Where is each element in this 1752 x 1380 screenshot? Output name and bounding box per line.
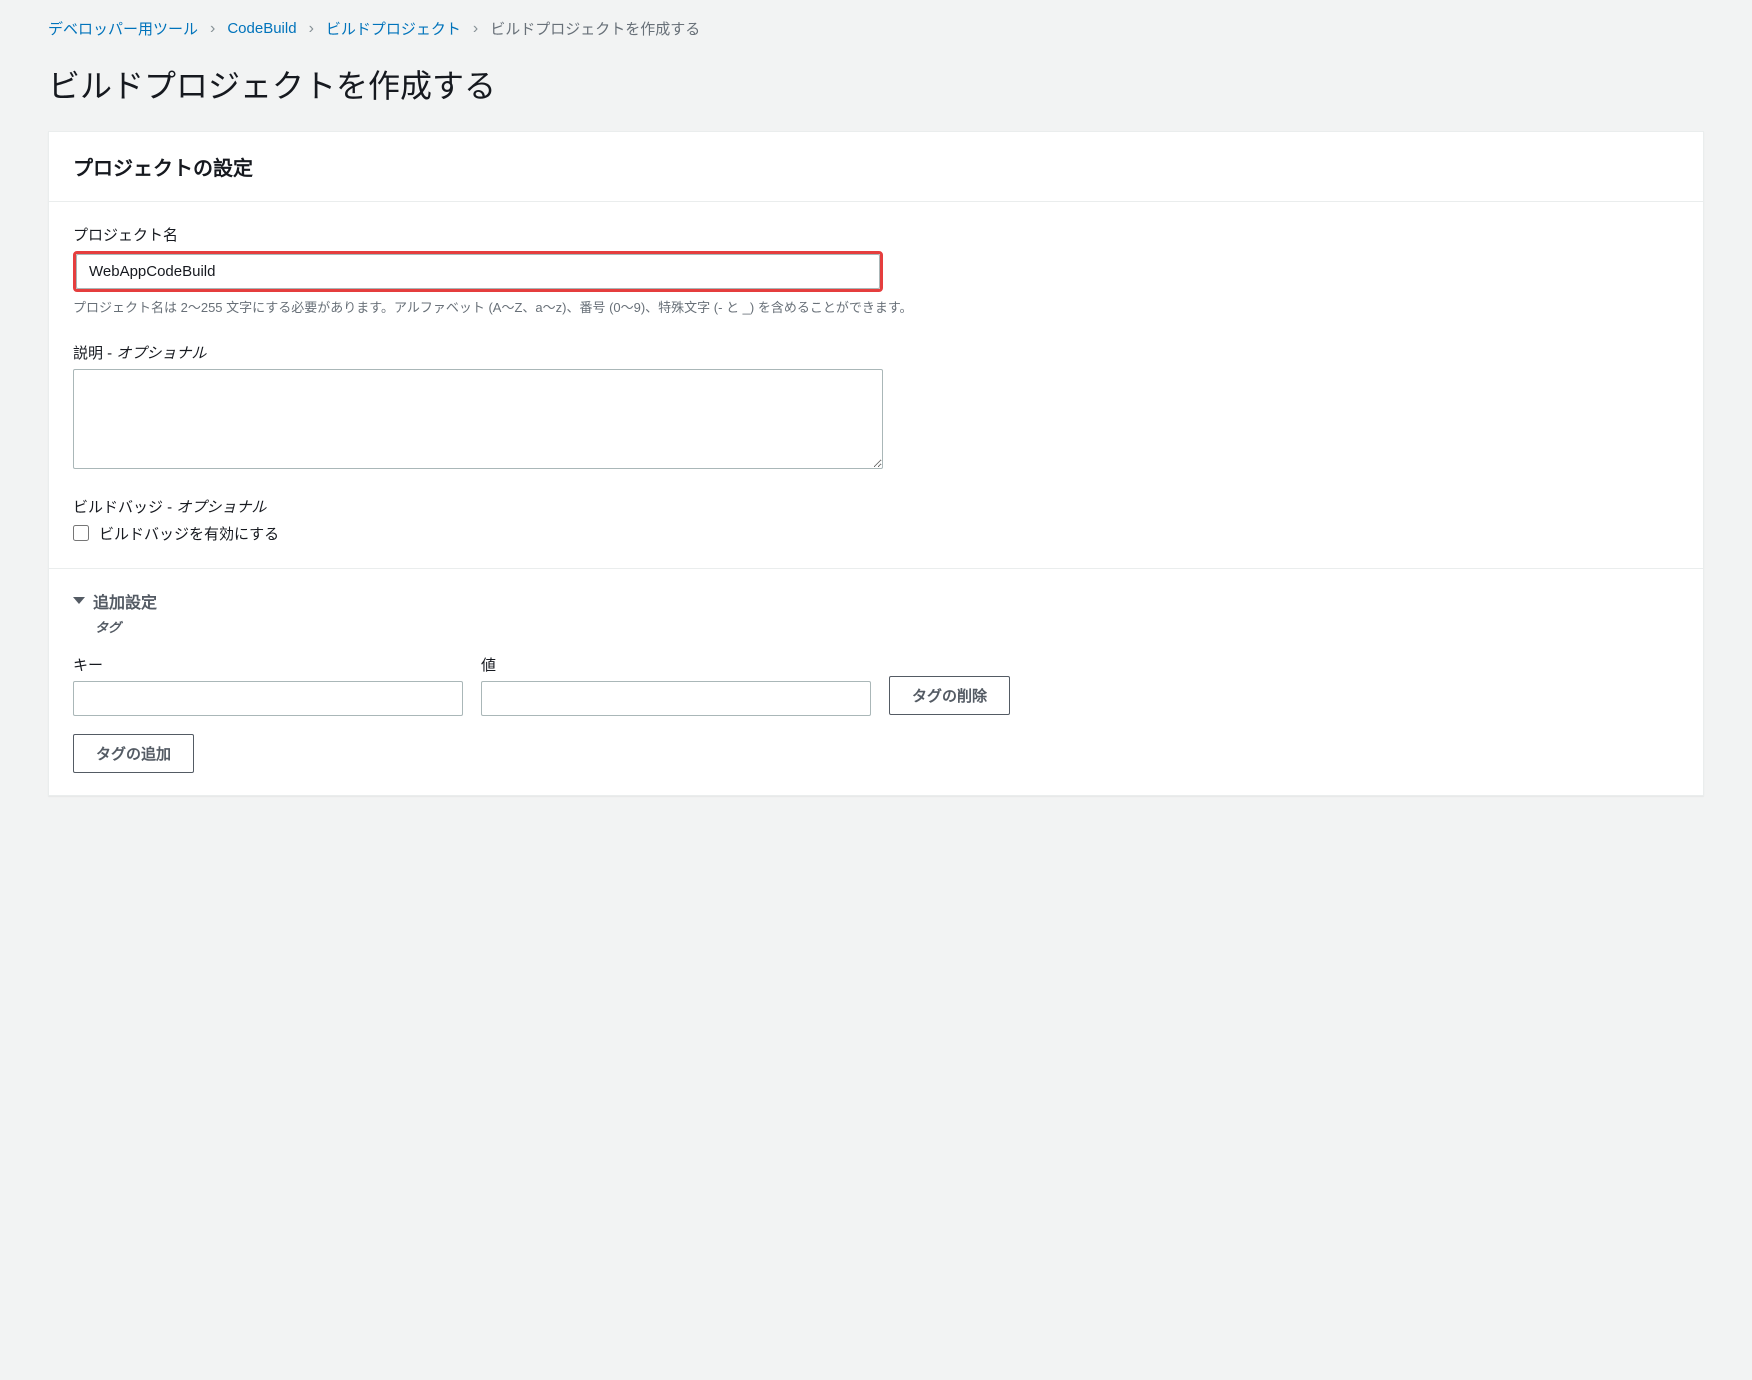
panel-title: プロジェクトの設定	[73, 152, 1679, 181]
breadcrumb-build-projects[interactable]: ビルドプロジェクト	[326, 18, 461, 39]
add-tag-button[interactable]: タグの追加	[73, 734, 194, 773]
build-badge-checkbox-label[interactable]: ビルドバッジを有効にする	[99, 523, 279, 544]
tag-value-col: 値	[481, 654, 871, 716]
build-badge-label-text: ビルドバッジ -	[73, 499, 176, 516]
panel-body: プロジェクト名 プロジェクト名は 2〜255 文字にする必要があります。アルファ…	[49, 202, 1703, 795]
page-title: ビルドプロジェクトを作成する	[0, 39, 1752, 131]
caret-down-icon	[73, 597, 85, 604]
panel-header: プロジェクトの設定	[49, 132, 1703, 202]
additional-settings-subtitle: タグ	[95, 617, 1679, 636]
additional-settings-title: 追加設定	[93, 589, 157, 613]
tag-delete-col: タグの削除	[889, 676, 1010, 716]
tag-value-label: 値	[481, 654, 871, 675]
chevron-right-icon: ›	[210, 20, 215, 38]
description-group: 説明 - オプショナル	[73, 342, 1679, 472]
breadcrumb-dev-tools[interactable]: デベロッパー用ツール	[48, 18, 198, 39]
build-badge-optional: オプショナル	[176, 499, 266, 516]
build-badge-checkbox-row: ビルドバッジを有効にする	[73, 523, 1679, 544]
chevron-right-icon: ›	[309, 20, 314, 38]
divider	[49, 568, 1703, 569]
project-settings-panel: プロジェクトの設定 プロジェクト名 プロジェクト名は 2〜255 文字にする必要…	[48, 131, 1704, 796]
build-badge-group: ビルドバッジ - オプショナル ビルドバッジを有効にする	[73, 496, 1679, 544]
tag-value-input[interactable]	[481, 681, 871, 716]
description-label-text: 説明 -	[73, 345, 116, 362]
project-name-label: プロジェクト名	[73, 224, 1679, 245]
tag-key-input[interactable]	[73, 681, 463, 716]
project-name-help: プロジェクト名は 2〜255 文字にする必要があります。アルファベット (A〜Z…	[73, 298, 1679, 318]
tag-key-label: キー	[73, 654, 463, 675]
tag-row: キー 値 タグの削除	[73, 654, 1679, 716]
description-textarea[interactable]	[73, 369, 883, 469]
chevron-right-icon: ›	[473, 20, 478, 38]
project-name-group: プロジェクト名 プロジェクト名は 2〜255 文字にする必要があります。アルファ…	[73, 224, 1679, 318]
build-badge-label: ビルドバッジ - オプショナル	[73, 496, 1679, 517]
breadcrumb: デベロッパー用ツール › CodeBuild › ビルドプロジェクト › ビルド…	[0, 0, 1752, 39]
tag-key-col: キー	[73, 654, 463, 716]
additional-settings-toggle[interactable]: 追加設定	[73, 589, 1679, 613]
description-label: 説明 - オプショナル	[73, 342, 1679, 363]
build-badge-checkbox[interactable]	[73, 525, 89, 541]
description-optional: オプショナル	[116, 345, 206, 362]
project-name-input[interactable]	[76, 254, 880, 289]
breadcrumb-codebuild[interactable]: CodeBuild	[227, 20, 296, 37]
breadcrumb-current: ビルドプロジェクトを作成する	[490, 18, 700, 39]
delete-tag-button[interactable]: タグの削除	[889, 676, 1010, 715]
project-name-highlight	[73, 251, 883, 292]
